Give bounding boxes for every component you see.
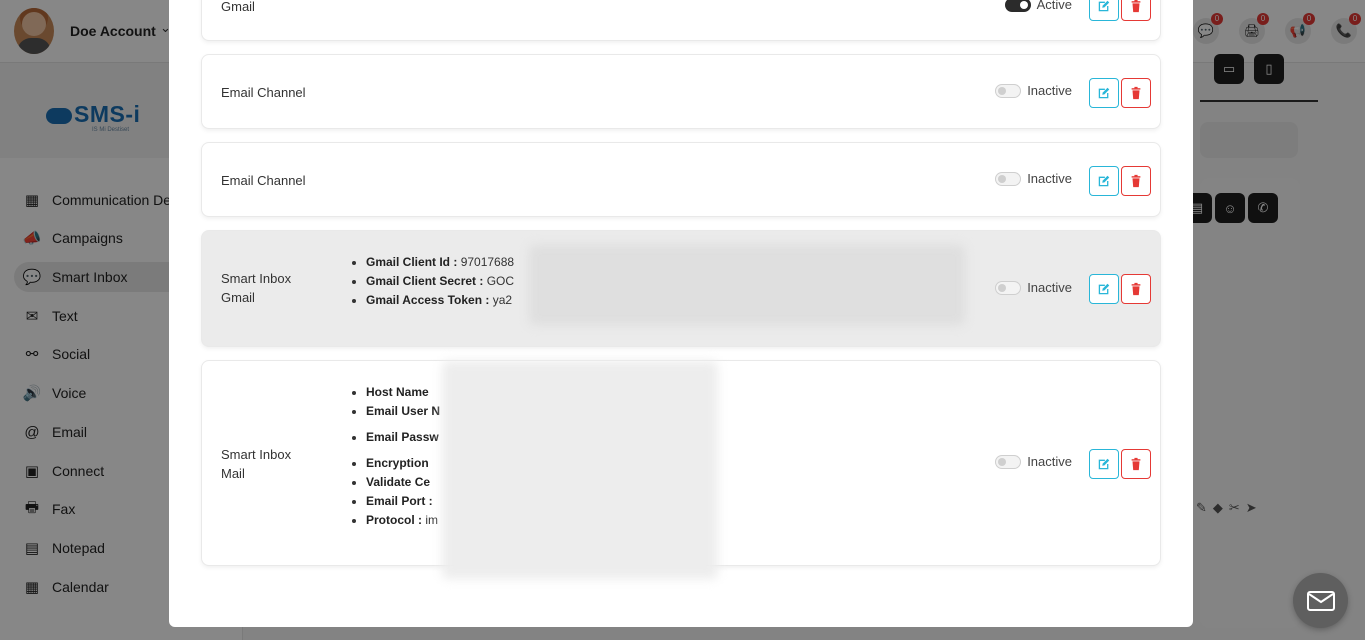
channel-details: Host Name Email User N Email Passw Encry… xyxy=(352,383,440,530)
edit-icon xyxy=(1098,87,1110,99)
edit-icon xyxy=(1098,458,1110,470)
channel-name: Email Channel xyxy=(221,173,306,188)
detail-item: Gmail Client Id : 97017688 xyxy=(366,253,514,272)
redaction-blur xyxy=(442,361,718,579)
trash-icon xyxy=(1131,86,1141,100)
status-toggle[interactable] xyxy=(995,171,1022,186)
channel-name: Smart Inbox Mail xyxy=(221,447,292,481)
channel-name: Email Channel xyxy=(221,85,306,100)
status-toggle[interactable] xyxy=(1004,0,1031,12)
edit-button[interactable] xyxy=(1089,166,1119,196)
channel-status: Active xyxy=(1004,0,1072,12)
edit-button[interactable] xyxy=(1089,274,1119,304)
edit-button[interactable] xyxy=(1089,449,1119,479)
chat-launcher-button[interactable] xyxy=(1293,573,1348,628)
status-toggle[interactable] xyxy=(995,83,1022,98)
channel-status: Inactive xyxy=(995,83,1072,98)
trash-icon xyxy=(1131,174,1141,188)
detail-item: Protocol : im xyxy=(366,511,440,530)
status-label: Inactive xyxy=(1027,171,1072,186)
channel-card: Smart Inbox Gmail Gmail Client Id : 9701… xyxy=(201,230,1161,347)
detail-item: Validate Ce xyxy=(366,473,440,492)
channels-modal: Gmail Active Email Channel Inactive Emai… xyxy=(169,0,1193,627)
channel-name: Smart Inbox Gmail xyxy=(221,271,292,305)
delete-button[interactable] xyxy=(1121,449,1151,479)
mail-icon xyxy=(1306,590,1335,611)
status-toggle[interactable] xyxy=(995,280,1022,295)
detail-item: Email User N xyxy=(366,402,440,421)
channel-name: Gmail xyxy=(221,0,255,14)
detail-item: Email Passw xyxy=(366,428,440,447)
trash-icon xyxy=(1131,0,1141,13)
channel-card: Email Channel Inactive xyxy=(201,142,1161,217)
detail-item: Gmail Access Token : ya2 xyxy=(366,291,514,310)
redaction-blur xyxy=(529,245,965,325)
status-label: Active xyxy=(1036,0,1072,12)
channel-card: Email Channel Inactive xyxy=(201,54,1161,129)
channel-details: Gmail Client Id : 97017688 Gmail Client … xyxy=(352,253,514,310)
channel-status: Inactive xyxy=(995,280,1072,295)
status-toggle[interactable] xyxy=(995,454,1022,469)
delete-button[interactable] xyxy=(1121,0,1151,21)
detail-item: Encryption xyxy=(366,454,440,473)
detail-item: Host Name xyxy=(366,383,440,402)
status-label: Inactive xyxy=(1027,83,1072,98)
delete-button[interactable] xyxy=(1121,274,1151,304)
detail-item: Gmail Client Secret : GOC xyxy=(366,272,514,291)
channel-status: Inactive xyxy=(995,454,1072,469)
channel-status: Inactive xyxy=(995,171,1072,186)
trash-icon xyxy=(1131,457,1141,471)
status-label: Inactive xyxy=(1027,454,1072,469)
edit-icon xyxy=(1098,0,1110,12)
edit-icon xyxy=(1098,175,1110,187)
trash-icon xyxy=(1131,282,1141,296)
edit-button[interactable] xyxy=(1089,78,1119,108)
detail-item: Email Port : xyxy=(366,492,440,511)
channel-card: Gmail Active xyxy=(201,0,1161,41)
delete-button[interactable] xyxy=(1121,166,1151,196)
edit-icon xyxy=(1098,283,1110,295)
edit-button[interactable] xyxy=(1089,0,1119,21)
delete-button[interactable] xyxy=(1121,78,1151,108)
channel-card: Smart Inbox Mail Host Name Email User N … xyxy=(201,360,1161,579)
status-label: Inactive xyxy=(1027,280,1072,295)
